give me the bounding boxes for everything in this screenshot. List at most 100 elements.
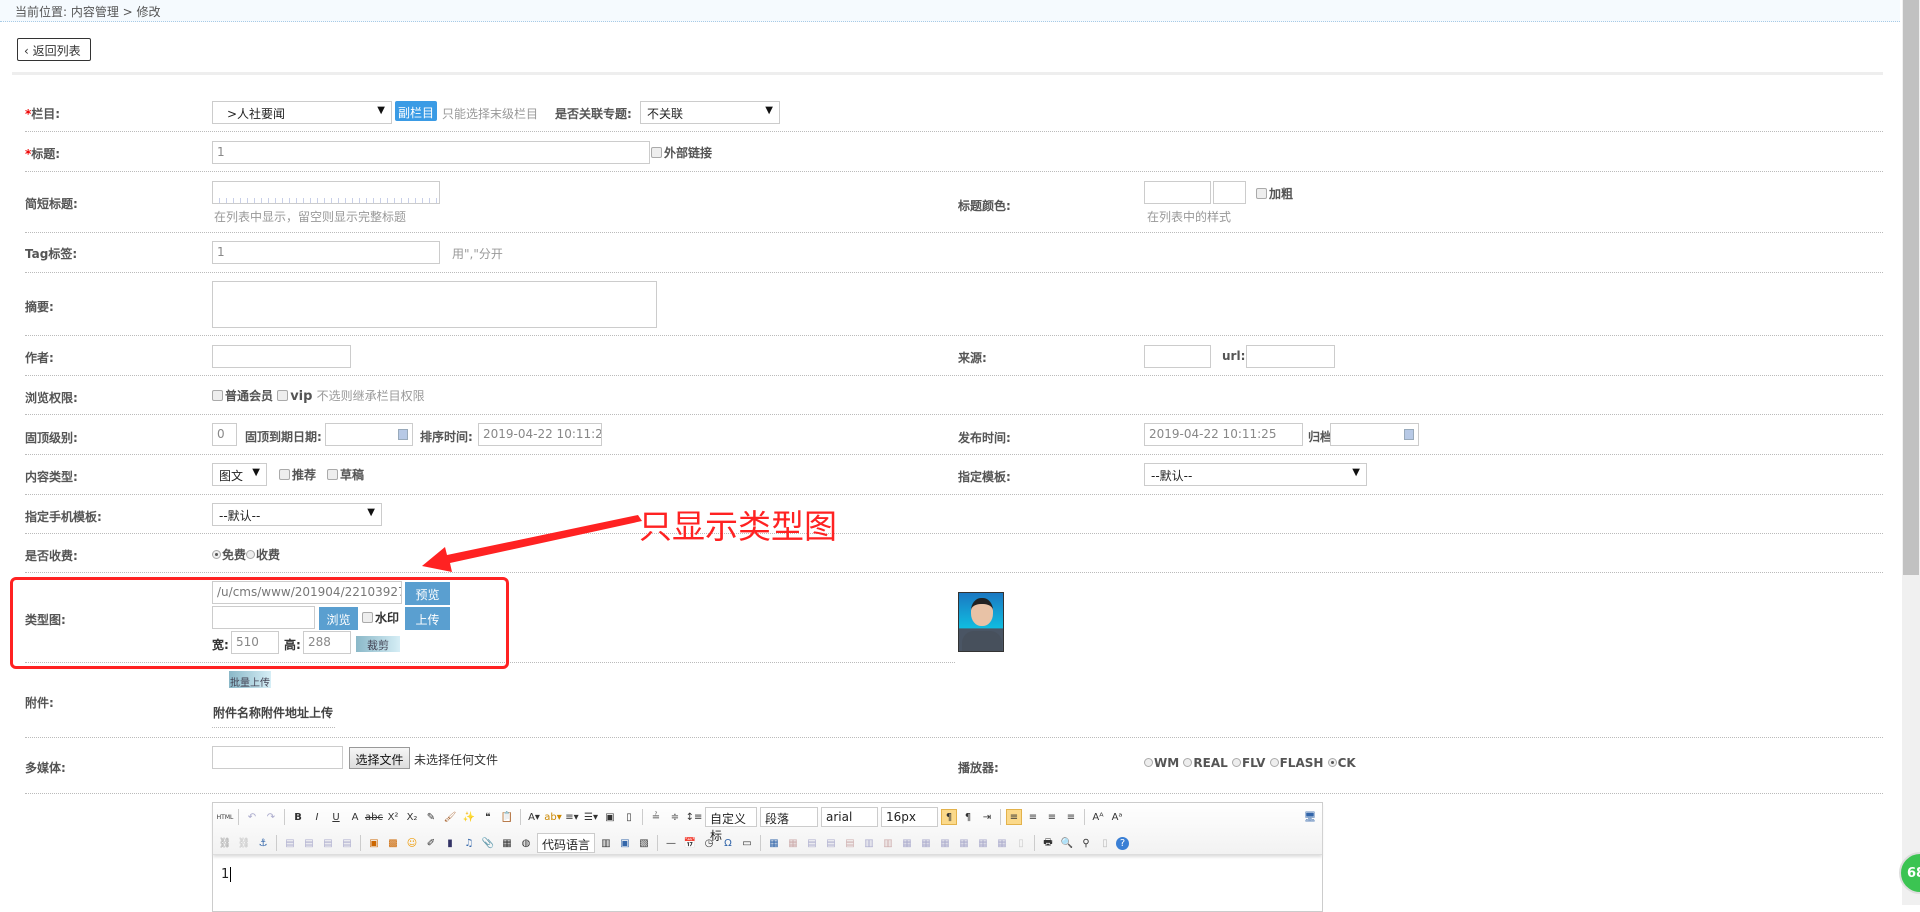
music-icon[interactable]: ♫ [461,835,477,851]
scrollbar-thumb[interactable] [1903,0,1919,575]
unlink-icon[interactable]: ⛓ [236,835,252,851]
emotion-icon[interactable]: ☺ [404,835,420,851]
sub-channel-button[interactable]: 副栏目 [395,101,437,121]
external-link-checkbox[interactable]: 外部链接 [651,144,712,161]
date-icon[interactable]: 📅 [682,835,698,851]
chart-icon[interactable]: ▯ [1013,835,1029,851]
calendar-icon[interactable] [1404,429,1414,440]
select-all-icon[interactable]: ▣ [602,809,618,825]
subscript-icon[interactable]: X₂ [404,809,420,825]
editor-content[interactable]: 1 [213,855,1322,894]
fullscreen-icon[interactable]: 🖥 [1302,809,1318,825]
special-chars-icon[interactable]: Ω [720,835,736,851]
map-icon[interactable]: ◍ [518,835,534,851]
superscript-icon[interactable]: X² [385,809,401,825]
image-icon[interactable]: ▣ [366,835,382,851]
archive-date-input[interactable] [1330,423,1419,446]
unordered-list-icon[interactable]: ☰▾ [583,809,599,825]
image-manager-icon[interactable]: ▦ [499,835,515,851]
auto-format-icon[interactable]: ✨ [461,809,477,825]
indent-icon[interactable]: ⇥ [979,809,995,825]
batch-upload-button[interactable]: 批量上传 [229,671,271,689]
row-spacing-top-icon[interactable]: ≟ [648,809,664,825]
delete-col-icon[interactable]: ▥ [880,835,896,851]
url-input[interactable] [1246,345,1335,368]
merge-right-icon[interactable]: ▦ [918,835,934,851]
bold-icon[interactable]: B [290,809,306,825]
italic-icon[interactable]: I [309,809,325,825]
draft-checkbox[interactable]: 草稿 [327,466,364,483]
paste-text-icon[interactable]: 📋 [499,809,515,825]
redo-icon[interactable]: ↷ [263,809,279,825]
mobile-template-select[interactable]: --默认-- ▼ [212,503,382,526]
anchor-icon[interactable]: ⚓ [255,835,271,851]
custom-style-select[interactable]: 自定义标 [705,807,757,843]
font-border-icon[interactable]: A [347,809,363,825]
uppercase-icon[interactable]: Aᴬ [1090,809,1106,825]
underline-icon[interactable]: U [328,809,344,825]
summary-textarea[interactable] [212,281,657,328]
back-to-list-button[interactable]: ‹ 返回列表 [17,38,91,61]
delete-row-icon[interactable]: ▤ [842,835,858,851]
image-left-icon[interactable]: ▤ [301,835,317,851]
content-type-select[interactable]: 图文 ▼ [212,463,267,486]
split-rows-icon[interactable]: ▦ [975,835,991,851]
help-icon[interactable]: ? [1116,836,1129,850]
format-brush-icon[interactable]: 🖌 [442,809,458,825]
preview-icon[interactable]: 🔍 [1059,835,1075,851]
strikethrough-icon[interactable]: abc [365,809,383,825]
font-family-select[interactable]: arial [821,807,878,827]
author-input[interactable] [212,345,351,368]
lowercase-icon[interactable]: Aᵃ [1109,809,1125,825]
rich-text-editor[interactable]: HTML ↶ ↷ B I U Aabc X² X₂ ✎ 🖌 ✨ ❝ 📋 A▾ ab▾ ≡▾ ☰▾ ▣ ▯ ≟ ≑ ↕… [212,802,1323,912]
link-icon[interactable]: ⛓ [217,835,233,851]
player-radio-ck[interactable]: CK [1327,756,1356,770]
insert-row-icon[interactable]: ▤ [823,835,839,851]
ltr-direction-icon[interactable]: ¶ [941,809,957,825]
align-justify-icon[interactable]: ≡ [1063,809,1079,825]
media-input[interactable] [212,746,343,769]
sort-time-input[interactable]: 2019-04-22 10:11:25 [478,423,602,446]
insert-col-icon[interactable]: ▥ [861,835,877,851]
source-html-icon[interactable]: HTML [217,809,234,825]
merge-cells-icon[interactable]: ▦ [899,835,915,851]
align-left-icon[interactable]: ≡ [1006,809,1022,825]
top-expire-input[interactable] [325,423,413,446]
scrawl-icon[interactable]: ✐ [423,835,439,851]
align-center-icon[interactable]: ≡ [1025,809,1041,825]
choose-file-button[interactable]: 选择文件 [349,747,410,769]
blockquote-icon[interactable]: ❝ [480,809,496,825]
eraser-icon[interactable]: ✎ [423,809,439,825]
delete-table-icon[interactable]: ▦ [785,835,801,851]
multi-image-icon[interactable]: ▩ [385,835,401,851]
print-icon[interactable]: 🖶 [1040,835,1056,851]
drafts-icon[interactable]: ▯ [1097,835,1113,851]
split-cells-icon[interactable]: ▦ [956,835,972,851]
align-right-icon[interactable]: ≡ [1044,809,1060,825]
title-input[interactable]: 1 [212,141,650,164]
split-cols-icon[interactable]: ▦ [994,835,1010,851]
player-radio-wm[interactable]: WM [1144,756,1183,770]
title-color-swatch[interactable] [1213,181,1246,204]
row-spacing-bottom-icon[interactable]: ≑ [667,809,683,825]
horizontal-rule-icon[interactable]: — [663,835,679,851]
template-icon[interactable]: ▥ [598,835,614,851]
player-radio-real[interactable]: REAL [1183,756,1232,770]
code-language-select[interactable]: 代码语言 [537,833,595,853]
merge-down-icon[interactable]: ▦ [937,835,953,851]
image-center-icon[interactable]: ▤ [339,835,355,851]
calendar-icon[interactable] [398,429,408,440]
source-input[interactable] [1144,345,1211,368]
undo-icon[interactable]: ↶ [244,809,260,825]
search-replace-icon[interactable]: ⚲ [1078,835,1094,851]
recommend-checkbox[interactable]: 推荐 [279,466,316,483]
snapscreen-icon[interactable]: ▭ [739,835,755,851]
image-right-icon[interactable]: ▤ [320,835,336,851]
spechars-wordimage-icon[interactable]: ▧ [636,835,652,851]
template-select[interactable]: --默认-- ▼ [1144,463,1367,486]
topic-select[interactable]: 不关联 ▼ [640,101,780,124]
clear-doc-icon[interactable]: ▯ [621,809,637,825]
paid-radio[interactable]: 收费 [246,548,280,562]
title-color-input[interactable] [1144,181,1211,204]
bold-checkbox[interactable]: 加粗 [1256,185,1293,202]
